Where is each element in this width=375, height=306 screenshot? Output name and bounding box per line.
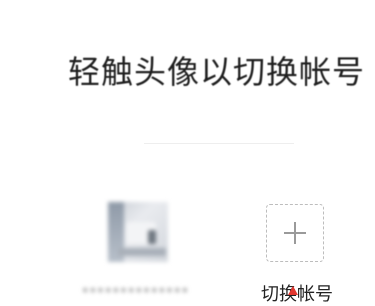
account-name: •••••••••••••• (81, 284, 189, 299)
add-account-box[interactable] (266, 204, 324, 262)
account-item[interactable]: •••••••••••••• (70, 198, 200, 306)
red-pointer-icon (288, 286, 298, 295)
avatar[interactable] (108, 202, 168, 262)
page-title: 轻触头像以切换帐号 (68, 53, 366, 91)
plus-icon (284, 222, 306, 244)
divider (144, 143, 294, 144)
